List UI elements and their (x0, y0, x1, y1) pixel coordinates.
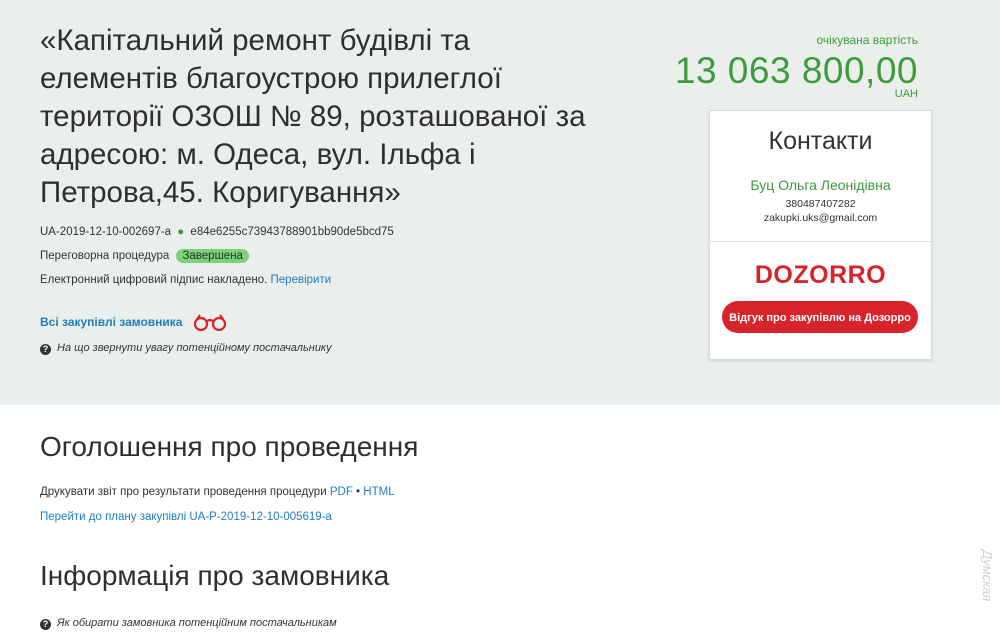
question-icon: ? (40, 619, 51, 630)
tender-ids: UA-2019-12-10-002697-a ● e84e6255c739437… (40, 226, 394, 238)
procurement-plan-link[interactable]: Перейти до плану закупівлі UA-P-2019-12-… (40, 511, 332, 523)
dozorro-logo: DOZORRO (754, 261, 887, 289)
tender-hash: e84e6255c73943788901bb90de5bcd75 (190, 226, 394, 238)
print-report-row: Друкувати звіт про результати проведення… (40, 486, 395, 498)
dozorro-feedback-button[interactable]: Відгук про закупівлю на Дозорро (722, 301, 918, 333)
procedure-type: Переговорна процедура (40, 250, 170, 262)
signature-row: Електронний цифровий підпис накладено. П… (40, 274, 331, 286)
contacts-card: Контакти Буц Ольга Леонідівна 3804874072… (709, 110, 932, 360)
expected-value-label: очікувана вартість (816, 33, 919, 47)
contact-email: zakupki.uks@gmail.com (763, 212, 878, 224)
print-separator: • (356, 486, 361, 498)
question-icon: ? (40, 344, 51, 355)
customer-title: Інформація про замовника (40, 560, 390, 591)
print-report-text: Друкувати звіт про результати проведення… (40, 486, 327, 498)
customer-hint[interactable]: ? Як обирати замовника потенційним постач… (40, 617, 337, 630)
watermark: Думская (980, 550, 995, 602)
tender-title: «Капітальний ремонт будівлі та елементів… (40, 24, 586, 209)
contacts-title: Контакти (768, 127, 873, 155)
signature-text: Електронний цифровий підпис накладено. (40, 274, 268, 286)
supplier-hint-text: На що звернути увагу потенційному постач… (57, 342, 332, 354)
announcement-title: Оголошення про проведення (40, 431, 419, 462)
all-purchases-link[interactable]: Всі закупівлі замовника (40, 315, 182, 329)
tender-id: UA-2019-12-10-002697-a (40, 226, 172, 238)
expected-value-currency: UAH (894, 88, 918, 100)
supplier-hint[interactable]: ? На що звернути увагу потенційному поста… (40, 342, 332, 355)
green-dot-icon: ● (177, 226, 185, 238)
binoculars-icon[interactable] (192, 313, 228, 331)
print-html-link[interactable]: HTML (363, 486, 394, 498)
status-badge: Завершена (176, 249, 249, 263)
expected-value-amount: 13 063 800,00 (674, 50, 918, 91)
card-divider (710, 241, 931, 242)
procedure-row: Переговорна процедура Завершена (40, 249, 249, 263)
verify-signature-link[interactable]: Перевірити (271, 274, 332, 286)
contact-phone: 380487407282 (785, 198, 856, 210)
customer-hint-text: Як обирати замовника потенційним постача… (57, 617, 337, 629)
contact-name: Буц Ольга Леонідівна (750, 177, 891, 193)
print-pdf-link[interactable]: PDF (330, 486, 353, 498)
